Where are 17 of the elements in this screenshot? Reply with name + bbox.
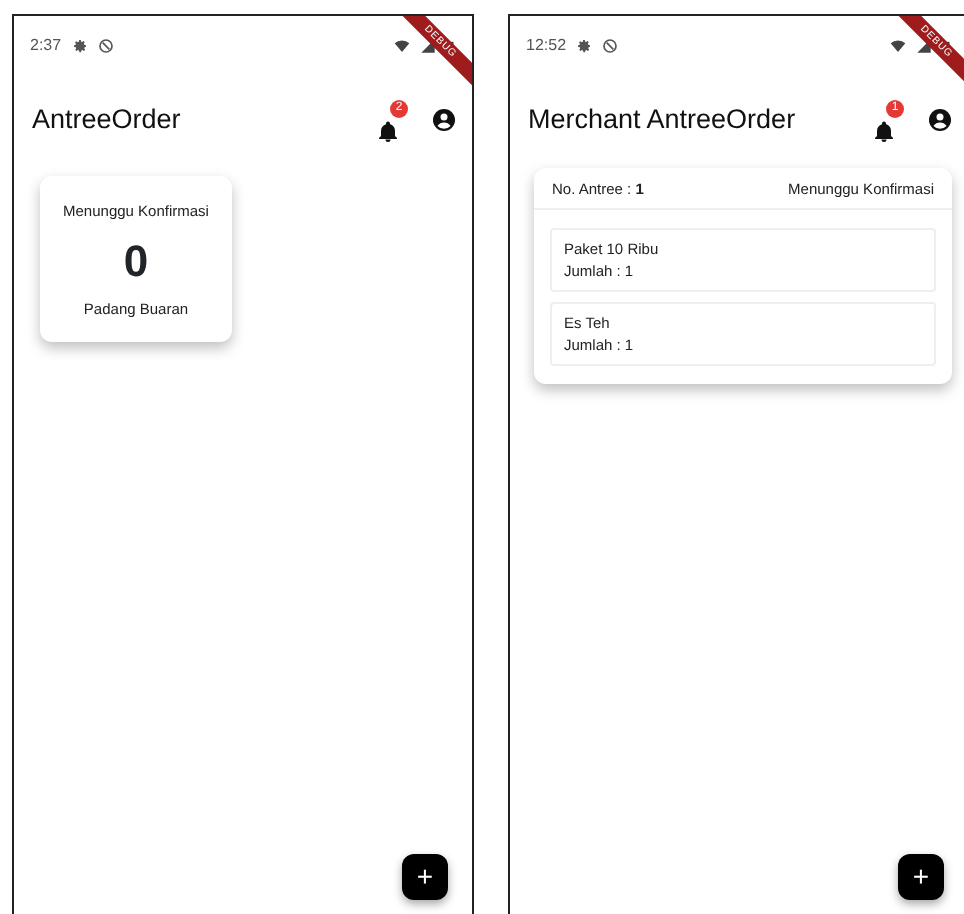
crossed-circle-icon bbox=[97, 38, 114, 54]
account-icon[interactable] bbox=[928, 108, 952, 132]
status-time: 12:52 bbox=[526, 34, 567, 58]
add-button[interactable]: + bbox=[898, 854, 944, 900]
app-title: AntreeOrder bbox=[32, 101, 181, 138]
status-time: 2:37 bbox=[30, 34, 62, 58]
account-icon[interactable] bbox=[432, 108, 456, 132]
app-title: Merchant AntreeOrder bbox=[528, 101, 796, 138]
wifi-icon bbox=[890, 38, 906, 54]
bell-icon[interactable] bbox=[376, 119, 400, 144]
order-count: 0 bbox=[121, 238, 151, 287]
bell-icon[interactable] bbox=[872, 119, 896, 144]
gear-icon bbox=[576, 38, 593, 54]
gear-icon bbox=[71, 38, 88, 54]
add-button[interactable]: + bbox=[402, 854, 448, 900]
wifi-icon bbox=[394, 38, 410, 54]
crossed-circle-icon bbox=[602, 38, 619, 54]
